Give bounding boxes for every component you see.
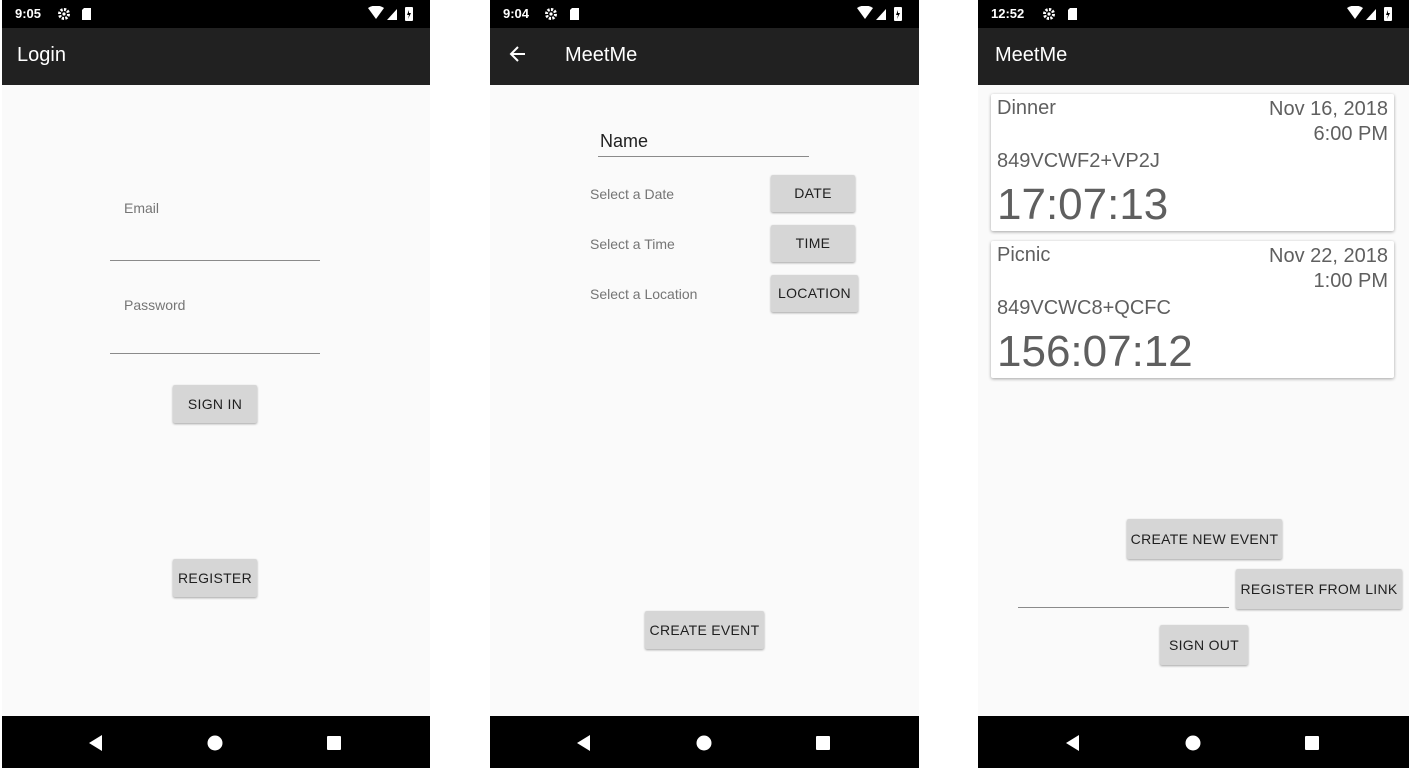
status-icons	[1347, 6, 1392, 21]
event-card[interactable]: Picnic Nov 22, 2018 1:00 PM 849VCWC8+QCF…	[991, 241, 1394, 378]
date-prompt: Select a Date	[590, 186, 675, 202]
status-bar: 9:04	[490, 0, 919, 28]
event-countdown: 156:07:12	[997, 327, 1193, 376]
signal-icon	[387, 9, 397, 20]
link-input[interactable]	[1018, 607, 1229, 608]
event-datetime: Nov 22, 2018 1:00 PM	[1269, 244, 1388, 294]
email-field-hint: Email	[124, 200, 160, 216]
location-prompt: Select a Location	[590, 286, 698, 302]
event-date: Nov 22, 2018	[1269, 245, 1388, 267]
password-field[interactable]	[110, 353, 320, 354]
event-name: Dinner	[997, 97, 1056, 119]
location-button[interactable]: LOCATION	[771, 275, 858, 312]
password-field-hint: Password	[124, 297, 186, 313]
page-title: MeetMe	[995, 44, 1068, 66]
home-nav-icon[interactable]	[695, 734, 713, 752]
status-icons	[368, 6, 413, 21]
time-prompt: Select a Time	[590, 236, 675, 252]
event-date: Nov 16, 2018	[1269, 98, 1388, 120]
settings-icon	[545, 8, 557, 20]
register-button[interactable]: REGISTER	[173, 559, 257, 597]
event-location-code: 849VCWF2+VP2J	[997, 150, 1160, 172]
event-location-code: 849VCWC8+QCFC	[997, 297, 1171, 319]
sd-card-icon	[82, 8, 91, 20]
sign-out-button[interactable]: SIGN OUT	[1160, 625, 1248, 665]
status-time: 12:52	[991, 6, 1025, 21]
home-nav-icon[interactable]	[206, 734, 224, 752]
event-countdown: 17:07:13	[997, 180, 1169, 229]
status-bar: 12:52	[978, 0, 1409, 28]
status-bar: 9:05	[2, 0, 430, 28]
wifi-icon	[857, 6, 873, 19]
navigation-bar	[2, 716, 430, 768]
sd-card-icon	[1068, 8, 1077, 20]
wifi-icon	[368, 6, 384, 19]
event-card[interactable]: Dinner Nov 16, 2018 6:00 PM 849VCWF2+VP2…	[991, 94, 1394, 231]
app-bar: Login	[2, 28, 430, 85]
status-time: 9:05	[15, 6, 42, 21]
signal-icon	[876, 9, 886, 20]
login-screen: 9:05 Login Email Password SIGN IN REGIST…	[2, 0, 430, 768]
app-bar: MeetMe	[490, 28, 919, 85]
back-nav-icon[interactable]	[1064, 734, 1082, 752]
sd-card-icon	[570, 8, 579, 20]
event-time: 1:00 PM	[1313, 270, 1388, 292]
create-event-screen: 9:04 MeetMe Name Select a Date DATE Sele…	[490, 0, 919, 768]
email-field[interactable]	[110, 260, 320, 261]
back-nav-icon[interactable]	[87, 734, 105, 752]
app-bar: MeetMe	[978, 28, 1409, 85]
navigation-bar	[490, 716, 919, 768]
name-input-value: Name	[600, 131, 649, 151]
back-arrow-icon[interactable]	[508, 44, 528, 64]
event-name: Picnic	[997, 244, 1051, 266]
sign-in-button[interactable]: SIGN IN	[173, 385, 257, 423]
status-time: 9:04	[503, 6, 530, 21]
page-title: Login	[17, 44, 66, 66]
register-from-link-button[interactable]: REGISTER FROM LINK	[1236, 569, 1402, 609]
settings-icon	[58, 8, 70, 20]
page-title: MeetMe	[565, 44, 638, 66]
recents-nav-icon[interactable]	[1303, 734, 1321, 752]
navigation-bar	[978, 716, 1409, 768]
time-button[interactable]: TIME	[771, 225, 855, 262]
status-icons	[857, 6, 902, 21]
signal-icon	[1366, 9, 1376, 20]
wifi-icon	[1347, 6, 1363, 19]
event-list-screen: 12:52 MeetMe Dinner Nov 16, 2018 6:00 PM…	[978, 0, 1409, 768]
home-nav-icon[interactable]	[1184, 734, 1202, 752]
event-datetime: Nov 16, 2018 6:00 PM	[1269, 97, 1388, 147]
event-time: 6:00 PM	[1313, 123, 1388, 145]
back-nav-icon[interactable]	[575, 734, 593, 752]
create-new-event-button[interactable]: CREATE NEW EVENT	[1127, 519, 1282, 559]
create-event-button[interactable]: CREATE EVENT	[645, 611, 764, 649]
name-input[interactable]	[598, 156, 809, 157]
recents-nav-icon[interactable]	[814, 734, 832, 752]
date-button[interactable]: DATE	[771, 175, 855, 212]
recents-nav-icon[interactable]	[325, 734, 343, 752]
settings-icon	[1043, 8, 1055, 20]
